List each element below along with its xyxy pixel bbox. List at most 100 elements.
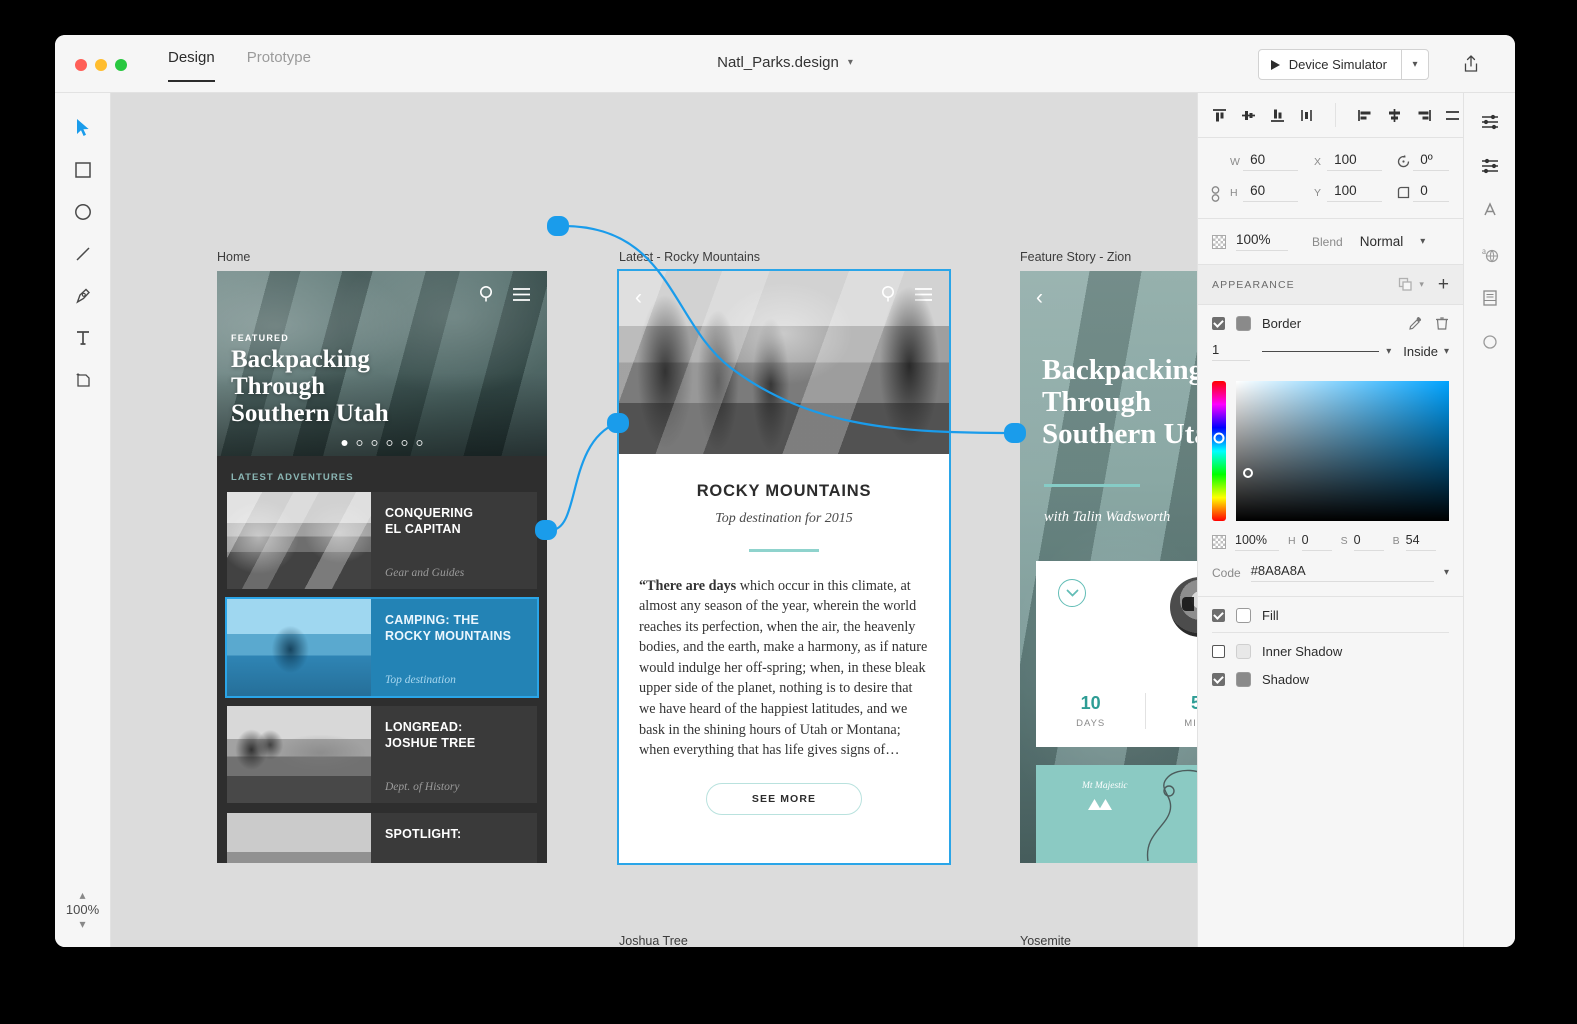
border-checkbox[interactable] [1212,317,1225,330]
document-title[interactable]: Natl_Parks.design ▾ [717,54,853,71]
artboard-label-rocky[interactable]: Latest - Rocky Mountains [619,250,760,264]
opacity-blend-row[interactable]: 100% Blend Normal ▾ [1198,219,1463,265]
x-input[interactable]: 100 [1327,152,1383,171]
minimize-button[interactable] [95,59,107,71]
saturation-input[interactable]: 0 [1353,533,1384,551]
text-tool[interactable] [66,321,100,355]
see-more-button[interactable]: SEE MORE [706,782,862,815]
pagination-dot[interactable] [371,440,378,446]
zoom-in-icon[interactable]: ▴ [79,889,85,901]
pagination-dot[interactable] [401,440,408,446]
zion-trail-map[interactable]: Mt Majestic [1036,765,1197,863]
distribute-horizontal-icon[interactable] [1293,103,1319,127]
border-style-dropdown[interactable]: ▾ [1262,346,1391,357]
search-icon[interactable] [478,285,496,303]
saturation-value-field[interactable] [1236,381,1449,521]
pagination-dot[interactable] [341,440,348,446]
expand-chevron-button[interactable] [1058,579,1086,607]
chevron-down-icon[interactable]: ▾ [1386,346,1391,357]
share-button[interactable] [1457,50,1485,78]
search-icon[interactable] [880,285,898,303]
artboard-label-zion[interactable]: Feature Story - Zion [1020,250,1131,264]
align-left-icon[interactable] [1352,103,1378,127]
opacity-input[interactable]: 100% [1236,232,1288,251]
chevron-down-icon[interactable]: ▾ [1444,346,1449,357]
hue-slider-knob[interactable] [1213,432,1225,444]
design-canvas[interactable]: Home FEATURED Backpacking Through Southe… [111,93,1197,947]
shadow-checkbox[interactable] [1212,673,1225,686]
align-horizontal-group[interactable] [1335,103,1465,127]
select-tool[interactable] [66,111,100,145]
character-styles-icon[interactable]: a [1477,241,1503,267]
shadow-swatch[interactable] [1236,672,1251,687]
rotation-input[interactable]: 0º [1413,152,1449,171]
color-picker[interactable] [1198,373,1463,533]
pagination-dot[interactable] [386,440,393,446]
artboard-label-yosemite[interactable]: Yosemite [1020,934,1071,947]
height-input[interactable]: 60 [1243,183,1299,202]
artboard-label-joshua-tree[interactable]: Joshua Tree [619,934,688,947]
corner-radius-input[interactable]: 0 [1413,183,1449,202]
component-settings-icon[interactable] [1477,153,1503,179]
hue-slider[interactable] [1212,381,1226,521]
fill-row[interactable]: Fill [1198,597,1463,632]
inner-shadow-swatch[interactable] [1236,644,1251,659]
chevron-down-icon[interactable]: ▾ [1444,567,1449,578]
properties-panel[interactable]: W 60 X 100 0º H 60 Y 100 0 100% Blend No… [1197,93,1463,947]
rectangle-tool[interactable] [66,153,100,187]
border-style-row[interactable]: 1 ▾ Inside ▾ [1198,340,1463,373]
hamburger-menu-icon[interactable] [512,287,531,302]
chevron-down-icon[interactable]: ▾ [848,57,853,68]
maximize-button[interactable] [115,59,127,71]
back-chevron-icon[interactable]: ‹ [1036,287,1043,308]
simulator-dropdown-button[interactable]: ▾ [1401,50,1428,79]
artboard-label-home[interactable]: Home [217,250,250,264]
width-input[interactable]: 60 [1243,152,1299,171]
hue-input[interactable]: 0 [1301,533,1332,551]
shadow-row[interactable]: Shadow [1198,668,1463,696]
list-item[interactable]: SPOTLIGHT: [227,813,537,863]
border-width-input[interactable]: 1 [1212,342,1250,361]
hsb-row[interactable]: 100% H 0 S 0 B 54 [1198,533,1463,563]
color-code-row[interactable]: Code #8A8A8A ▾ [1198,563,1463,597]
border-row[interactable]: Border [1198,305,1463,340]
zoom-control[interactable]: ▴ 100% ▾ [55,889,110,930]
tab-prototype[interactable]: Prototype [247,49,311,82]
artboard-tool[interactable] [66,363,100,397]
ellipse-tool[interactable] [66,195,100,229]
fill-color-swatch[interactable] [1236,608,1251,623]
line-tool[interactable] [66,237,100,271]
inner-shadow-checkbox[interactable] [1212,645,1225,658]
align-vertical-group[interactable] [1206,103,1319,127]
align-toolbar[interactable] [1198,93,1463,138]
inner-shadow-row[interactable]: Inner Shadow [1198,633,1463,668]
dimensions-section[interactable]: W 60 X 100 0º H 60 Y 100 0 [1198,138,1463,219]
right-icon-rail[interactable]: a [1463,93,1515,947]
back-chevron-icon[interactable]: ‹ [635,287,642,308]
add-appearance-button[interactable]: + [1438,275,1449,294]
carousel-pagination[interactable] [341,440,423,446]
wire-handle[interactable] [547,216,569,236]
tab-design[interactable]: Design [168,49,215,82]
pagination-dot[interactable] [356,440,363,446]
pen-tool[interactable] [66,279,100,313]
list-item[interactable]: CONQUERING EL CAPITAN Gear and Guides [227,492,537,589]
align-center-icon[interactable] [1381,103,1407,127]
artboard-feature-story-zion[interactable]: ‹ Backpacking Through Southern Utah with… [1020,271,1197,863]
text-styles-icon[interactable] [1477,197,1503,223]
artboard-rocky-mountains[interactable]: ‹ ROCKY MOUNTAINS Top destination for 20… [617,269,951,865]
color-assets-icon[interactable] [1477,329,1503,355]
border-color-swatch[interactable] [1236,316,1251,331]
blend-value[interactable]: Normal [1360,234,1404,249]
eyedropper-icon[interactable] [1408,316,1423,331]
list-item-selected[interactable]: CAMPING: THE ROCKY MOUNTAINS Top destina… [225,597,539,698]
window-controls[interactable] [75,59,127,71]
appearance-body[interactable]: Border 1 ▾ Inside ▾ 100% H 0 S 0 B 54 Co… [1198,305,1463,696]
mode-tabs[interactable]: Design Prototype [168,49,311,82]
color-opacity-input[interactable]: 100% [1235,533,1279,551]
close-button[interactable] [75,59,87,71]
rocky-hero-icons[interactable] [880,285,933,303]
align-right-icon[interactable] [1410,103,1436,127]
document-assets-icon[interactable] [1477,285,1503,311]
align-top-icon[interactable] [1206,103,1232,127]
